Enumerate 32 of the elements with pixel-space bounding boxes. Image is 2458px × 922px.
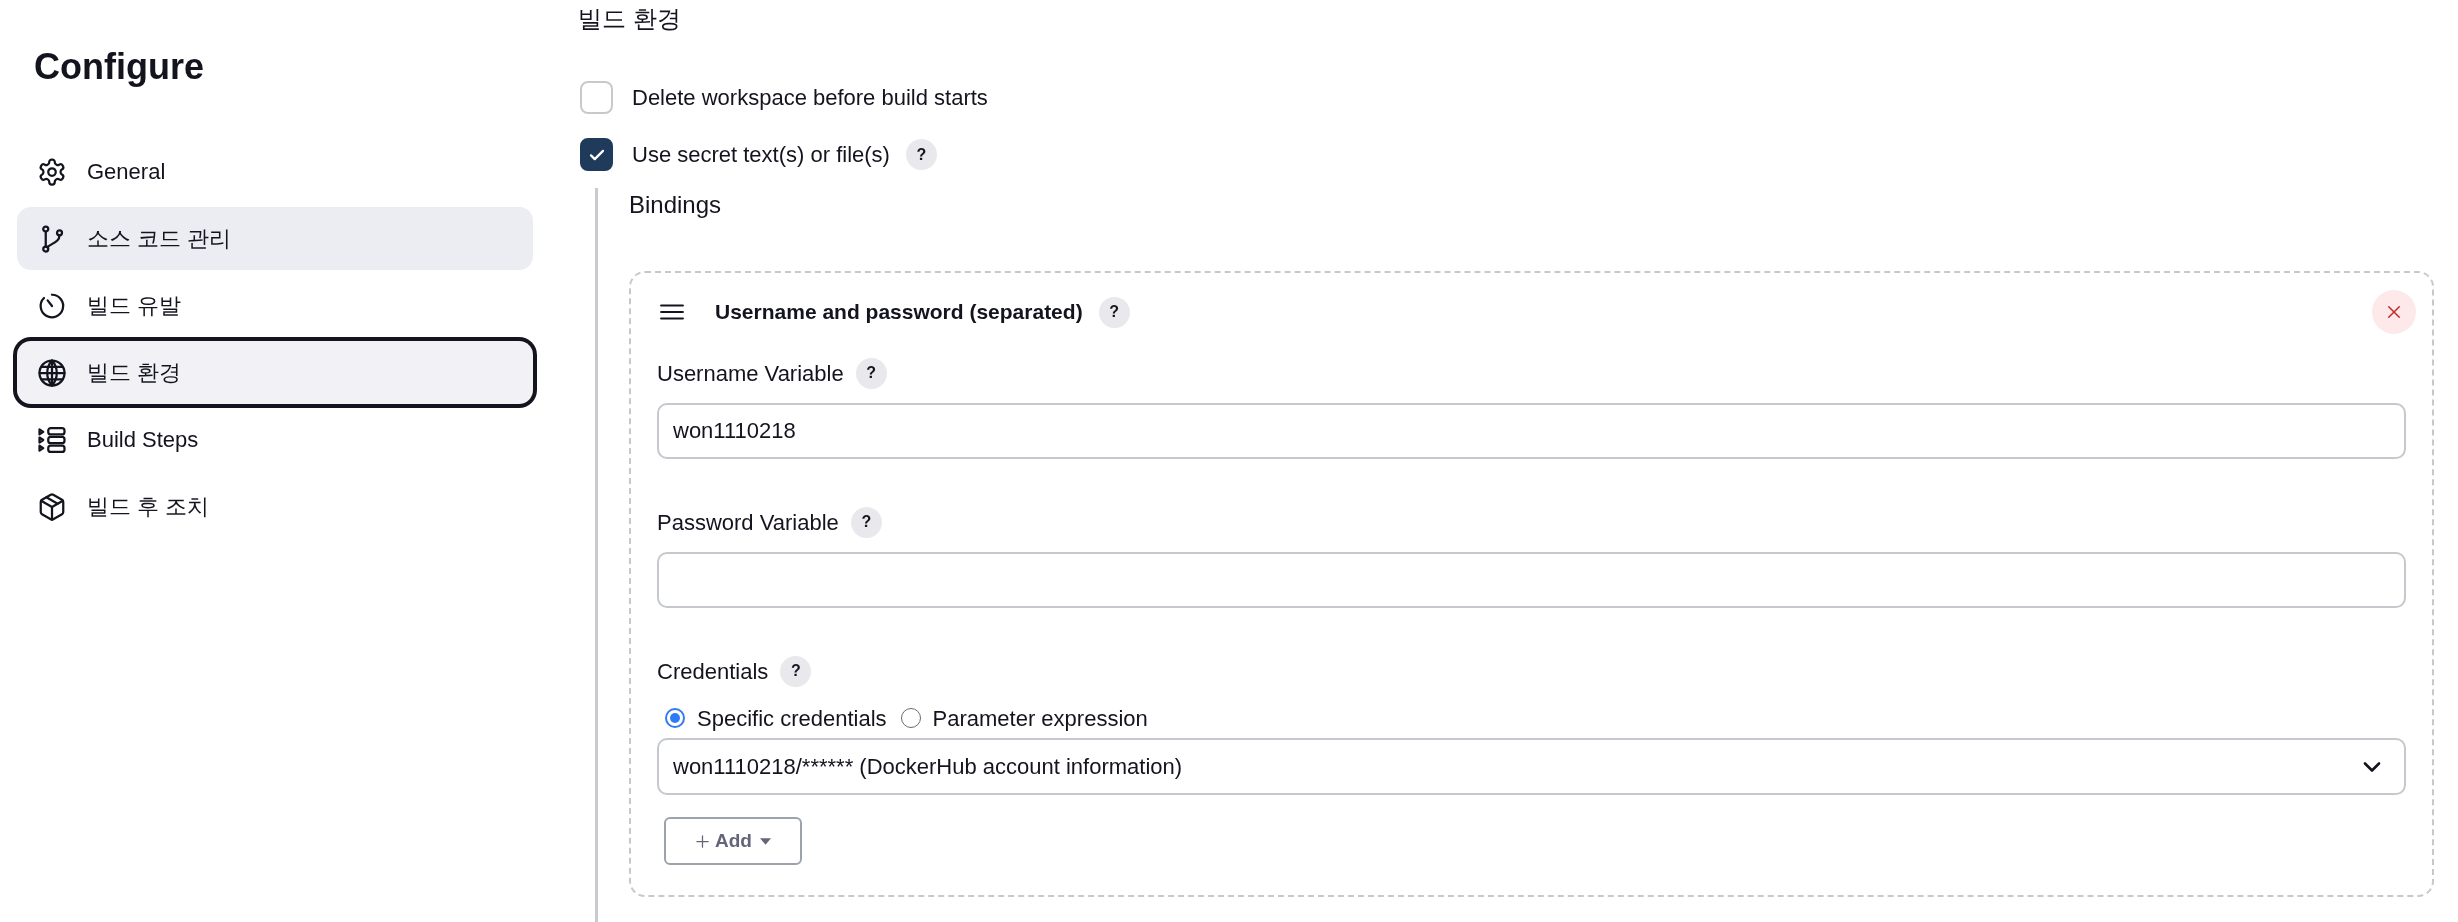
list-icon — [37, 424, 67, 455]
help-button[interactable]: ? — [905, 139, 937, 170]
checkbox[interactable] — [580, 138, 613, 171]
box-icon — [37, 491, 67, 522]
field-label: Username Variable — [657, 359, 844, 388]
plus-icon — [695, 833, 711, 849]
radio-button[interactable] — [665, 708, 685, 728]
sidebar-item[interactable]: 소스 코드 관리 — [17, 207, 533, 270]
section-title: 빌드 환경 — [578, 4, 681, 34]
globe-icon — [37, 357, 67, 388]
help-button[interactable]: ? — [1098, 296, 1130, 328]
subsection-title: Bindings — [629, 190, 722, 220]
binding-title: Username and password (separated) — [715, 299, 1083, 326]
radio-button[interactable] — [900, 708, 921, 728]
radio-label[interactable]: Parameter expression — [932, 701, 1148, 735]
text-field[interactable] — [657, 552, 2406, 608]
help-button[interactable]: ? — [850, 506, 882, 538]
help-button[interactable]: ? — [780, 655, 812, 687]
help-button[interactable]: ? — [855, 357, 887, 389]
field-label: Credentials — [657, 657, 769, 686]
close-button[interactable] — [2372, 290, 2416, 334]
gear-icon — [37, 156, 67, 187]
close-icon — [2385, 303, 2403, 321]
page-title: Configure — [34, 45, 204, 89]
field-label: Password Variable — [657, 508, 839, 537]
credentials-select[interactable]: won1110218/****** (DockerHub account information) — [657, 738, 2406, 795]
text-field[interactable]: won1110218 — [657, 403, 2406, 459]
add-button[interactable]: Add — [664, 817, 802, 865]
checkbox-label[interactable]: Delete workspace before build starts — [632, 81, 988, 114]
checkbox-label[interactable]: Use secret text(s) or file(s) — [632, 138, 890, 171]
caret-down-icon — [759, 837, 771, 845]
radio-label[interactable]: Specific credentials — [697, 701, 887, 735]
